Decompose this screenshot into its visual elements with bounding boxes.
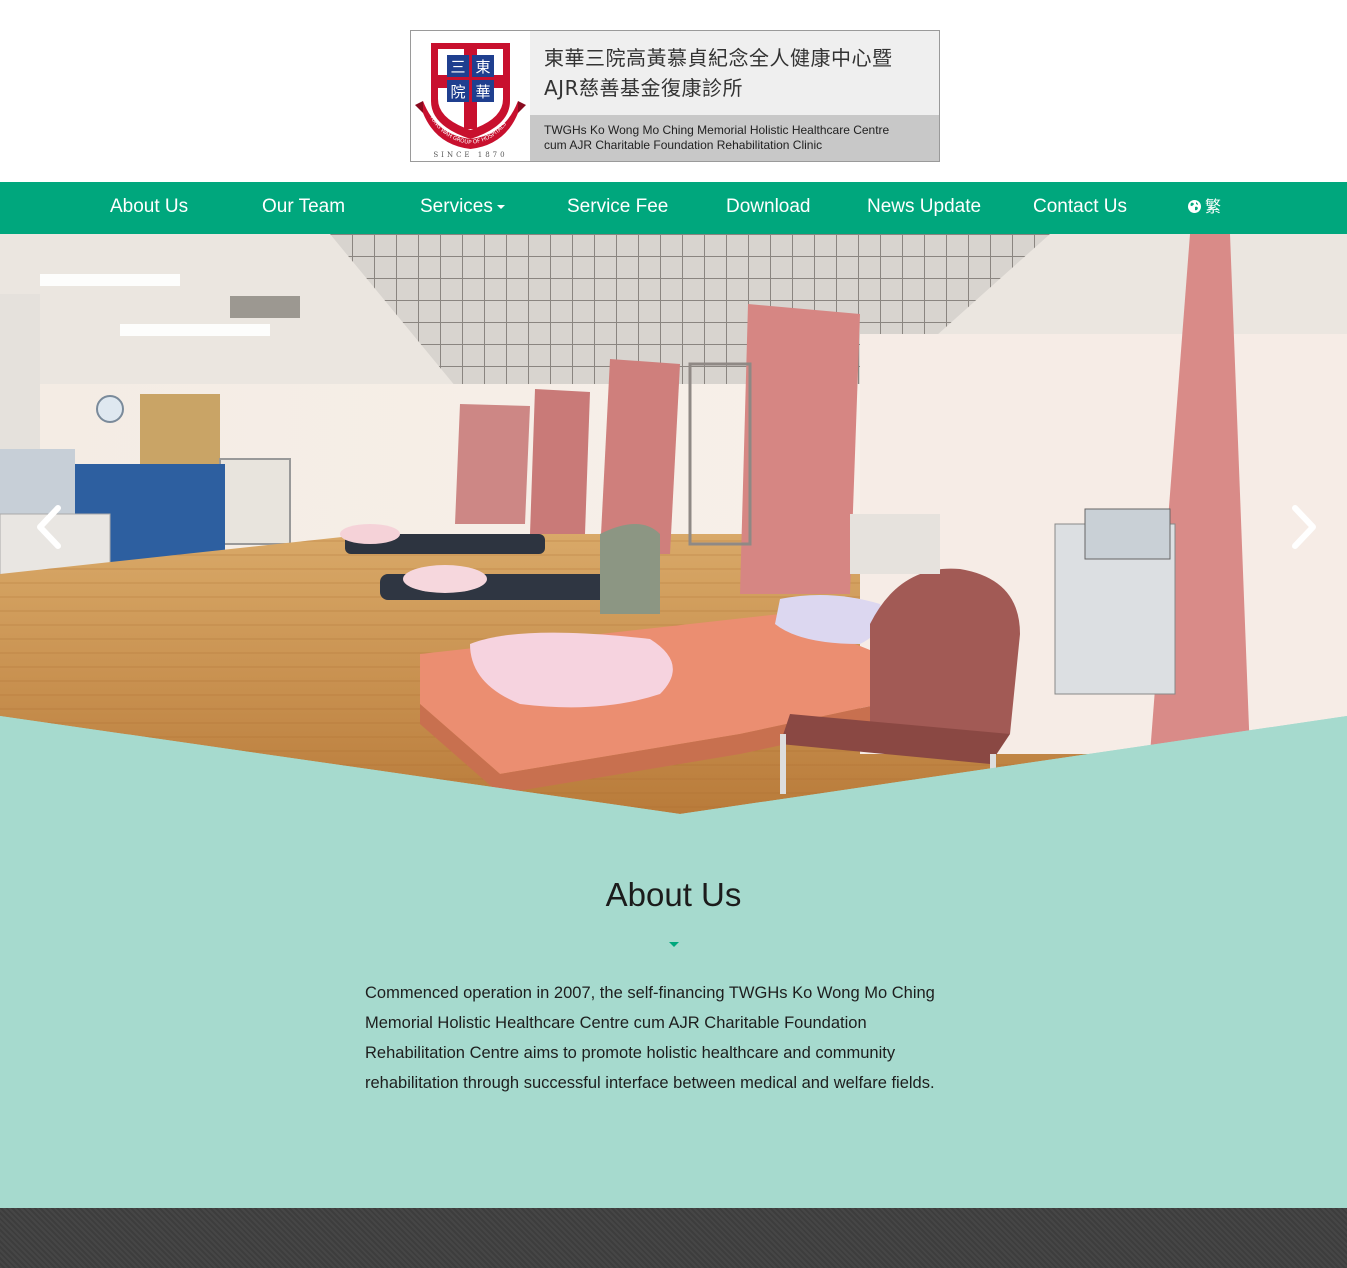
nav-item-services[interactable]: Services [420,182,505,234]
chevron-right-icon [1292,505,1316,549]
emblem-since-text: SINCE 1870 [433,151,507,159]
nav-item-news-update[interactable]: News Update [867,182,981,234]
nav-item-label: Services [420,196,493,217]
logo-zh-line-1: 東華三院高黃慕貞紀念全人健康中心暨 [544,46,893,70]
emblem-char-2: 東 [475,58,490,76]
nav-item-contact-us[interactable]: Contact Us [1033,182,1127,234]
nav-item-about-us[interactable]: About Us [110,182,188,234]
emblem-char-3: 院 [450,83,465,101]
globe-icon [1188,200,1201,213]
logo-chinese-title: 東華三院高黃慕貞紀念全人健康中心暨 AJR慈善基金復康診所 [530,31,939,115]
emblem-char-4: 華 [475,83,490,101]
site-header: 三 東 院 華 TUNG WAH GROUP OF HOSPITALS SINC… [0,0,1347,182]
nav-item-our-team[interactable]: Our Team [262,182,345,234]
chevron-left-icon [37,505,61,549]
logo-en-line-1: TWGHs Ko Wong Mo Ching Memorial Holistic… [544,123,890,137]
about-body-text: Commenced operation in 2007, the self-fi… [365,984,935,1092]
logo-zh-line-2: AJR慈善基金復康診所 [544,76,743,100]
logo-english-title: TWGHs Ko Wong Mo Ching Memorial Holistic… [530,115,939,161]
about-title: About Us [605,876,742,913]
nav-item-label: Service Fee [567,196,669,217]
nav-item-label: Contact Us [1033,196,1127,217]
about-background [0,716,1347,1208]
nav-item-download[interactable]: Download [726,182,811,234]
nav-item-label: About Us [110,196,189,217]
section-divider-icon [669,942,679,947]
nav-item-service-fee[interactable]: Service Fee [567,182,668,234]
about-section: About Us Commenced operation in 2007, th… [0,716,1347,1208]
carousel-next-button[interactable] [1283,502,1323,552]
site-footer [0,1208,1347,1268]
twgh-emblem-icon: 三 東 院 華 TUNG WAH GROUP OF HOSPITALS SINC… [411,31,530,161]
main-nav: About Us Our Team Services Service Fee D… [0,182,1347,234]
nav-item-label: Our Team [262,196,346,217]
carousel-prev-button[interactable] [30,502,70,552]
language-switch[interactable]: 繁 [1188,182,1221,234]
nav-item-label: Download [726,196,811,217]
emblem-char-1: 三 [450,58,465,76]
logo-en-line-2: cum AJR Charitable Foundation Rehabilita… [544,138,823,152]
caret-down-icon [496,204,505,209]
site-logo[interactable]: 三 東 院 華 TUNG WAH GROUP OF HOSPITALS SINC… [410,30,940,162]
language-label: 繁 [1205,197,1222,216]
nav-item-label: News Update [867,196,982,217]
